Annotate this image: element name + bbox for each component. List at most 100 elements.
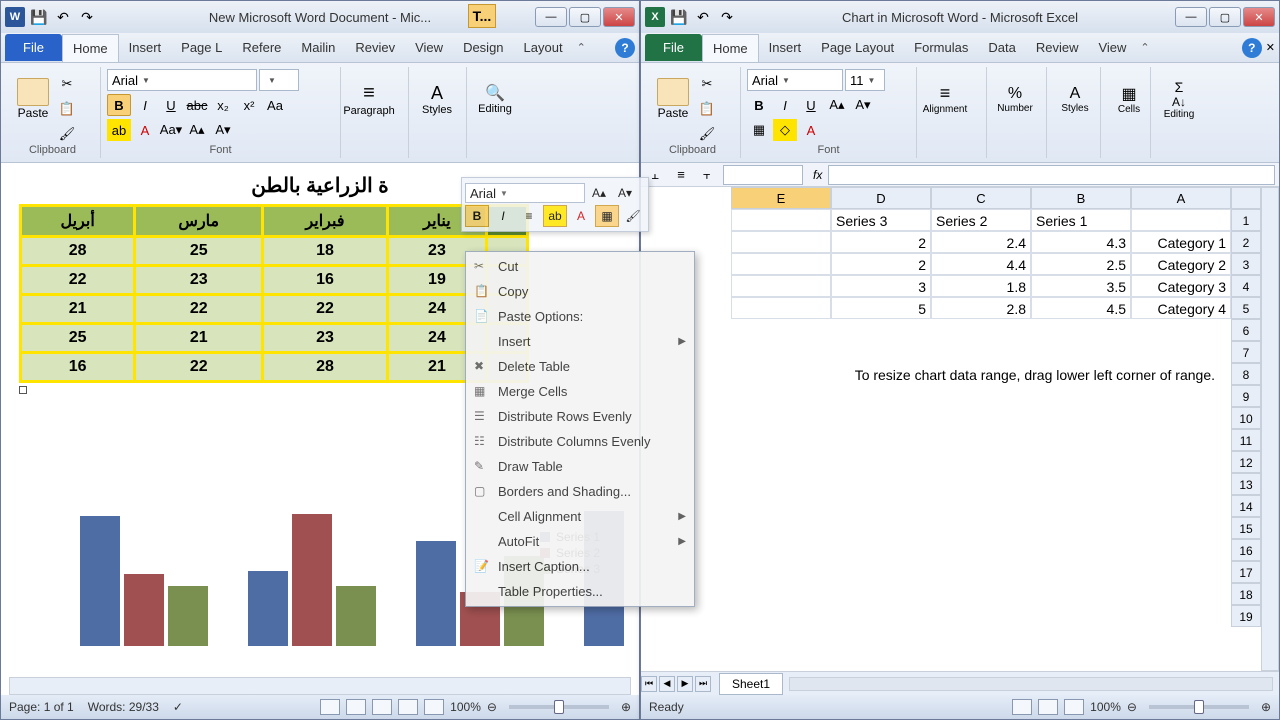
web-view[interactable] [372, 699, 392, 715]
styles-button[interactable]: AStyles [1053, 69, 1097, 129]
row-header[interactable]: 5 [1231, 297, 1261, 319]
page-status[interactable]: Page: 1 of 1 [9, 700, 74, 714]
col-header[interactable]: E [731, 187, 831, 209]
close-button[interactable]: ✕ [603, 7, 635, 27]
align-middle-icon[interactable]: ≡ [669, 164, 693, 186]
mini-format-painter[interactable]: 🖌 [621, 205, 645, 227]
paste-button[interactable]: Paste [11, 69, 55, 129]
ctx-insert-caption[interactable]: 📝Insert Caption... [468, 554, 692, 579]
cell[interactable] [731, 231, 831, 253]
cell[interactable] [731, 297, 831, 319]
cell[interactable]: Category 3 [1131, 275, 1231, 297]
tab-page-layout[interactable]: Page L [171, 34, 232, 61]
fullscreen-view[interactable] [346, 699, 366, 715]
row-header[interactable]: 3 [1231, 253, 1261, 275]
sheet-nav-next[interactable]: ▶ [677, 676, 693, 692]
minimize-ribbon-icon[interactable]: ⌃ [577, 41, 586, 54]
table-header[interactable]: مارس [135, 206, 263, 237]
row-header[interactable]: 11 [1231, 429, 1261, 451]
redo-icon[interactable]: ↷ [717, 7, 737, 27]
font-size-combo[interactable]: 11▼ [845, 69, 885, 91]
align-bottom-icon[interactable]: ⫟ [695, 164, 719, 186]
minimize-button[interactable]: — [535, 7, 567, 27]
alignment-button[interactable]: ≡Alignment [923, 69, 967, 129]
row-header[interactable]: 16 [1231, 539, 1261, 561]
superscript-button[interactable]: x² [237, 94, 261, 116]
strikethrough-button[interactable]: abc [185, 94, 209, 116]
borders-button[interactable]: ▦ [747, 119, 771, 141]
row-header[interactable]: 14 [1231, 495, 1261, 517]
maximize-button[interactable]: ▢ [1209, 7, 1241, 27]
row-header[interactable]: 1 [1231, 209, 1261, 231]
data-table[interactable]: أبريل مارس فبراير يناير 28251823 2223161… [19, 204, 529, 383]
cell[interactable] [731, 253, 831, 275]
bold-button[interactable]: B [747, 94, 771, 116]
print-layout-view[interactable] [320, 699, 340, 715]
cell[interactable]: 2 [831, 253, 931, 275]
minimize-button[interactable]: — [1175, 7, 1207, 27]
format-painter-icon[interactable]: 🖌 [55, 123, 79, 145]
clear-format-icon[interactable]: Aa [263, 94, 287, 116]
save-icon[interactable]: 💾 [669, 7, 689, 27]
underline-button[interactable]: U [799, 94, 823, 116]
cut-icon[interactable]: ✂ [55, 73, 79, 95]
ctx-copy[interactable]: 📋Copy [468, 279, 692, 304]
copy-icon[interactable]: 📋 [695, 98, 719, 120]
tab-design[interactable]: Design [453, 34, 513, 61]
row-header[interactable]: 19 [1231, 605, 1261, 627]
mini-bold[interactable]: B [465, 205, 489, 227]
zoom-in-button[interactable]: ⊕ [621, 700, 631, 714]
ctx-cut[interactable]: ✂Cut [468, 254, 692, 279]
formula-input[interactable] [828, 165, 1275, 185]
tab-insert[interactable]: Insert [759, 34, 812, 61]
select-all-cell[interactable] [1231, 187, 1261, 209]
row-header[interactable]: 2 [1231, 231, 1261, 253]
row-header[interactable]: 8 [1231, 363, 1261, 385]
row-header[interactable]: 10 [1231, 407, 1261, 429]
cell[interactable]: 5 [831, 297, 931, 319]
table-header[interactable]: أبريل [21, 206, 135, 237]
cell[interactable]: Series 1 [1031, 209, 1131, 231]
ctx-borders-shading[interactable]: ▢Borders and Shading... [468, 479, 692, 504]
col-header[interactable]: C [931, 187, 1031, 209]
format-painter-icon[interactable]: 🖌 [695, 123, 719, 145]
col-header[interactable]: D [831, 187, 931, 209]
save-icon[interactable]: 💾 [29, 7, 49, 27]
subscript-button[interactable]: x₂ [211, 94, 235, 116]
cell[interactable] [731, 275, 831, 297]
cell[interactable]: Category 1 [1131, 231, 1231, 253]
ctx-draw-table[interactable]: ✎Draw Table [468, 454, 692, 479]
row-header[interactable]: 9 [1231, 385, 1261, 407]
col-header[interactable]: A [1131, 187, 1231, 209]
copy-icon[interactable]: 📋 [55, 98, 79, 120]
tab-formulas[interactable]: Formulas [904, 34, 978, 61]
cell[interactable]: Category 4 [1131, 297, 1231, 319]
underline-button[interactable]: U [159, 94, 183, 116]
paste-button[interactable]: Paste [651, 69, 695, 129]
ctx-merge-cells[interactable]: ▦Merge Cells [468, 379, 692, 404]
cell[interactable] [1131, 209, 1231, 231]
row-header[interactable]: 15 [1231, 517, 1261, 539]
cell[interactable]: 2.5 [1031, 253, 1131, 275]
row-header[interactable]: 13 [1231, 473, 1261, 495]
mini-font-combo[interactable]: Arial▼ [465, 183, 585, 203]
ctx-distribute-rows[interactable]: ☰Distribute Rows Evenly [468, 404, 692, 429]
font-color-button[interactable]: A [133, 119, 157, 141]
tab-file[interactable]: File [645, 34, 702, 61]
table-resize-handle[interactable] [19, 386, 27, 394]
font-name-combo[interactable]: Arial▼ [107, 69, 257, 91]
tab-file[interactable]: File [5, 34, 62, 61]
cell[interactable]: 4.5 [1031, 297, 1131, 319]
minimize-ribbon-icon[interactable]: ⌃ [1140, 41, 1149, 54]
shrink-font-button[interactable]: A▾ [851, 94, 875, 116]
font-size-combo[interactable]: ▼ [259, 69, 299, 91]
styles-button[interactable]: A Styles [415, 69, 459, 129]
redo-icon[interactable]: ↷ [77, 7, 97, 27]
tab-home[interactable]: Home [702, 34, 759, 62]
mini-shrink-font[interactable]: A▾ [613, 182, 637, 204]
highlight-button[interactable]: ab [107, 119, 131, 141]
cell[interactable]: Series 3 [831, 209, 931, 231]
sheet-nav-prev[interactable]: ◀ [659, 676, 675, 692]
tab-references[interactable]: Refere [232, 34, 291, 61]
zoom-slider[interactable] [509, 705, 609, 709]
